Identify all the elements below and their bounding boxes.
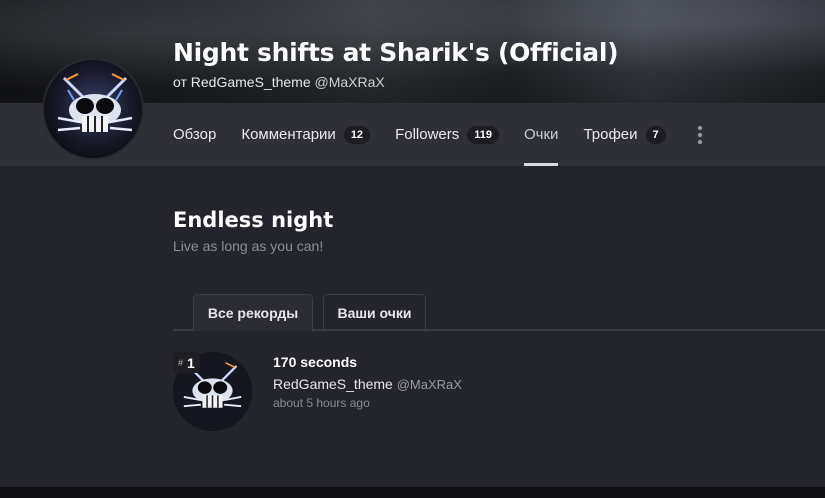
- rank-number: 1: [187, 354, 195, 371]
- followers-count-badge: 119: [467, 125, 499, 144]
- comments-count-badge: 12: [343, 125, 371, 144]
- tab-your-scores-label: Ваши очки: [337, 305, 412, 321]
- score-value: 170 seconds: [273, 354, 358, 370]
- author-name[interactable]: от RedGameS_theme: [173, 74, 311, 90]
- game-tabs: Обзор Комментарии 12 Followers 119 Очки …: [173, 103, 705, 166]
- tab-trophies-label: Трофеи: [583, 126, 638, 143]
- tab-trophies[interactable]: Трофеи 7: [583, 103, 666, 166]
- player-info[interactable]: RedGameS_theme @MaXRaX: [273, 376, 462, 392]
- tab-followers-label: Followers: [395, 126, 460, 143]
- vertical-ellipsis-icon[interactable]: [695, 103, 705, 166]
- leaderboard-tabs: Все рекорды Ваши очки: [173, 294, 825, 331]
- game-avatar[interactable]: [42, 58, 144, 160]
- game-avatar-image: [44, 60, 142, 158]
- leaderboard-title: Endless night: [173, 208, 334, 232]
- tab-all-records-label: Все рекорды: [207, 305, 299, 321]
- game-author[interactable]: от RedGameS_theme @MaXRaX: [173, 74, 385, 90]
- rank-hash: #: [178, 357, 184, 368]
- score-timestamp: about 5 hours ago: [273, 396, 370, 410]
- tab-your-scores[interactable]: Ваши очки: [323, 294, 426, 331]
- tab-overview-label: Обзор: [173, 126, 217, 143]
- author-handle[interactable]: @MaXRaX: [315, 74, 385, 90]
- player-handle[interactable]: @MaXRaX: [397, 377, 462, 392]
- tab-comments[interactable]: Комментарии 12: [241, 103, 371, 166]
- player-name[interactable]: RedGameS_theme: [273, 376, 393, 392]
- tab-scores[interactable]: Очки: [524, 103, 559, 166]
- trophies-count-badge: 7: [645, 125, 666, 144]
- game-title: Night shifts at Sharik's (Official): [173, 38, 619, 67]
- tab-overview[interactable]: Обзор: [173, 103, 216, 166]
- tab-followers[interactable]: Followers 119: [395, 103, 499, 166]
- tab-scores-label: Очки: [524, 126, 559, 143]
- footer-strip: [0, 487, 825, 498]
- leaderboard-subtitle: Live as long as you can!: [173, 238, 324, 254]
- tab-comments-label: Комментарии: [241, 126, 336, 143]
- rank-badge: # 1: [173, 352, 200, 373]
- tab-all-records[interactable]: Все рекорды: [193, 294, 313, 331]
